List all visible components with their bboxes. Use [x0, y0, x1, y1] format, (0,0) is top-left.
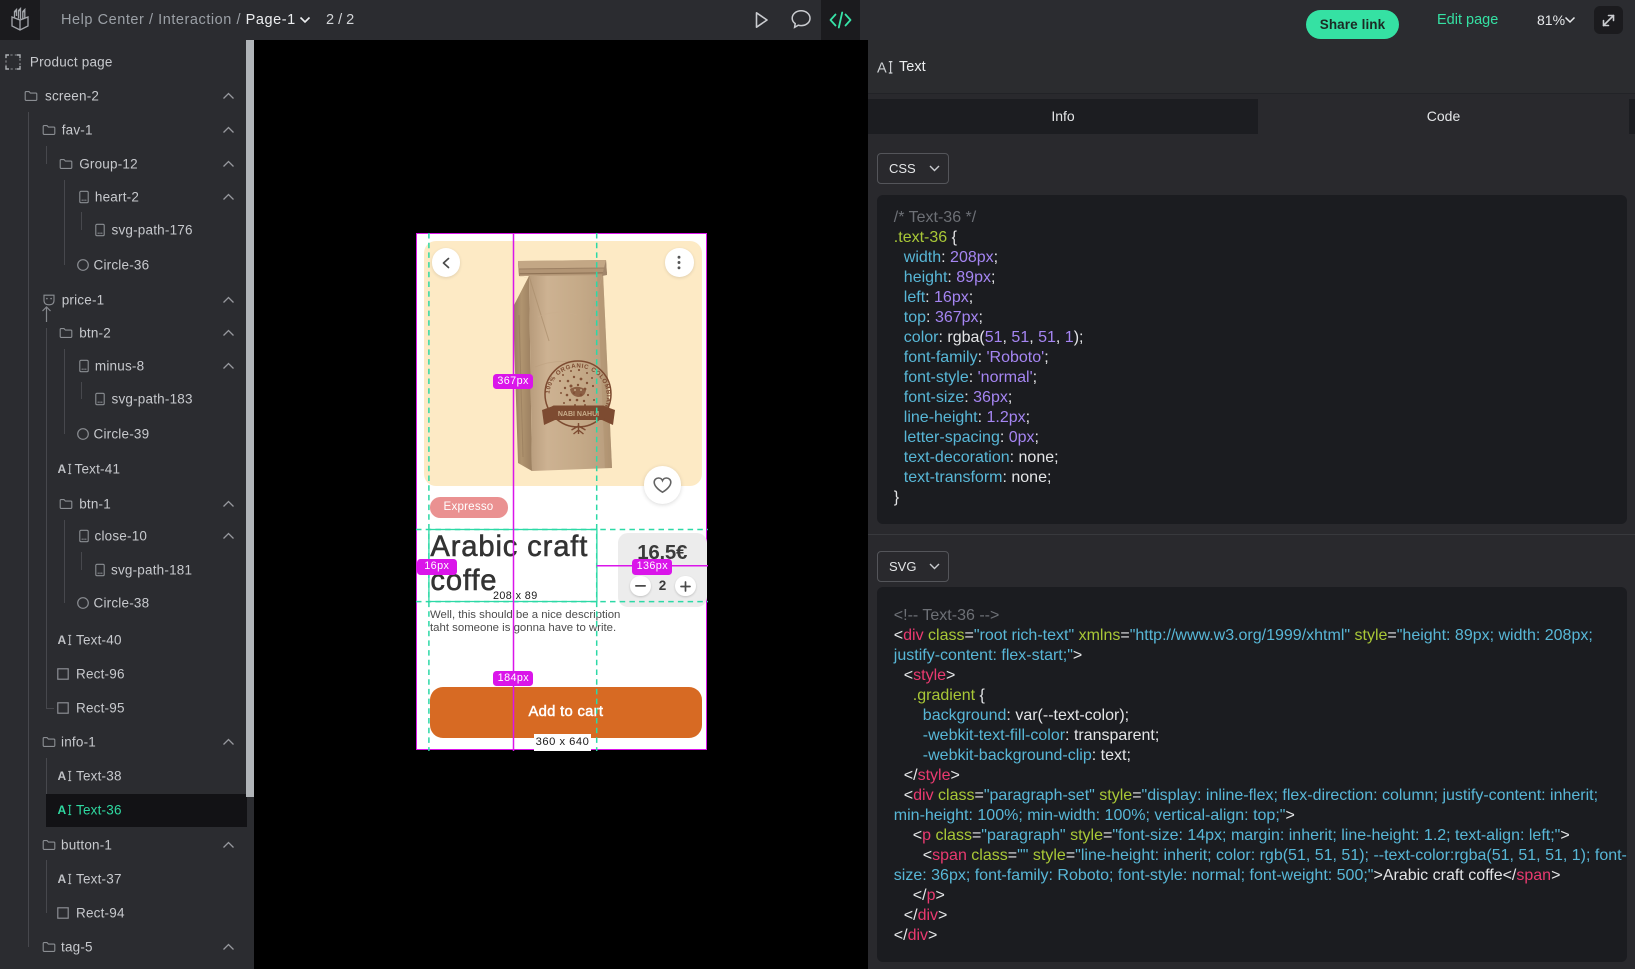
svg-text:A: A	[58, 803, 67, 817]
svg-text:A: A	[58, 633, 67, 647]
svg-text:A: A	[58, 872, 67, 886]
svg-text:A: A	[877, 61, 887, 76]
svg-text:A: A	[58, 462, 67, 476]
svg-text:A: A	[58, 769, 67, 783]
